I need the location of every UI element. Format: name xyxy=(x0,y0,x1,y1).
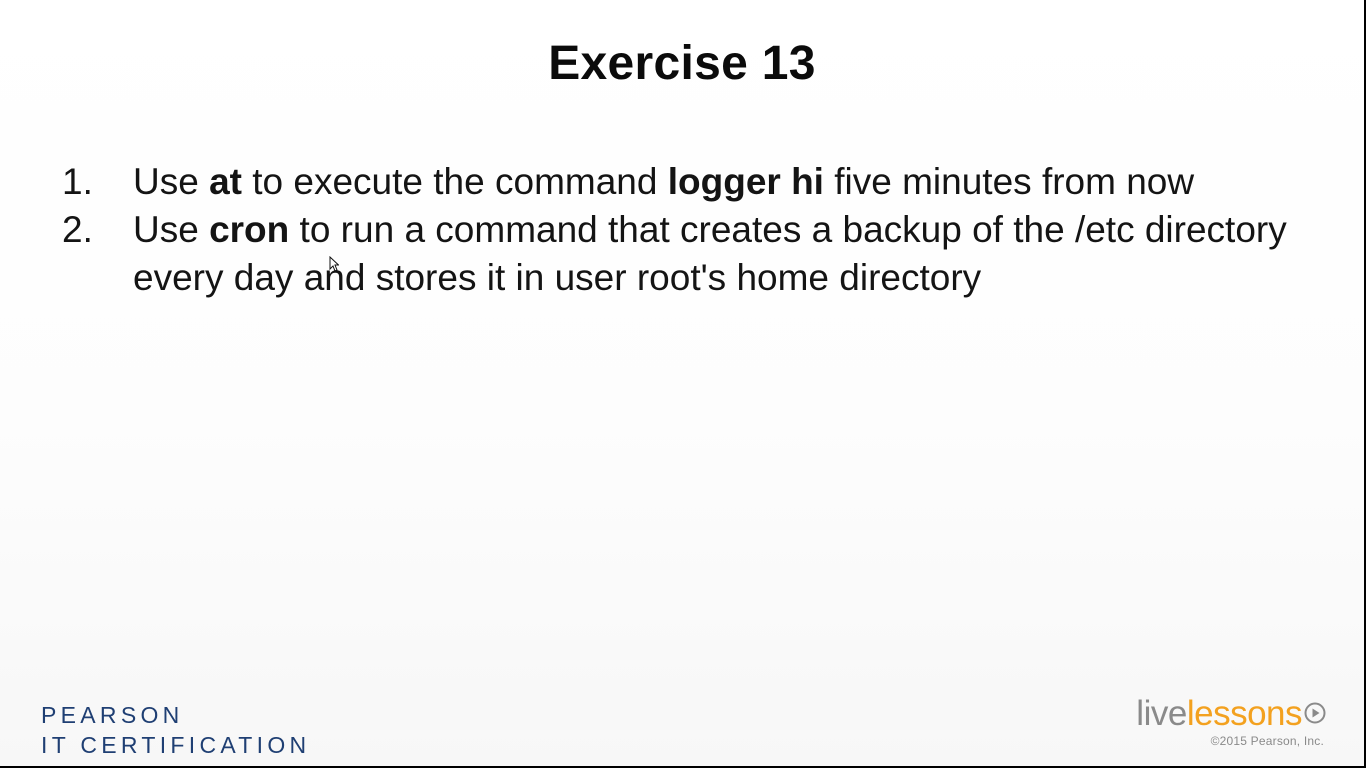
text-segment: five minutes from now xyxy=(823,161,1195,202)
play-circle-icon xyxy=(1304,702,1326,724)
text-segment: Use xyxy=(133,161,210,202)
exercise-list: 1. Use at to execute the command logger … xyxy=(60,158,1290,302)
list-item-text: Use at to execute the command logger hi … xyxy=(133,158,1290,206)
video-frame: Exercise 13 1. Use at to execute the com… xyxy=(0,0,1366,768)
pearson-it-certification-logo: PEARSON IT CERTIFICATION xyxy=(41,700,310,760)
livelessons-logo: livelessons ©2015 Pearson, Inc. xyxy=(1136,694,1326,748)
mouse-pointer-icon xyxy=(329,256,339,272)
list-item-number: 2. xyxy=(62,209,93,250)
list-item: 1. Use at to execute the command logger … xyxy=(60,158,1290,206)
copyright-text: ©2015 Pearson, Inc. xyxy=(1210,734,1324,748)
text-segment: to execute the command xyxy=(241,161,668,202)
slide: Exercise 13 1. Use at to execute the com… xyxy=(0,0,1364,766)
text-segment: Use xyxy=(133,209,210,250)
list-item-text: Use cron to run a command that creates a… xyxy=(133,206,1290,302)
command-keyword: at xyxy=(209,161,242,202)
pearson-logo-line1: PEARSON xyxy=(41,702,184,728)
list-item-number: 1. xyxy=(62,161,93,202)
command-keyword: cron xyxy=(209,209,290,250)
list-item: 2. Use cron to run a command that create… xyxy=(60,206,1290,302)
pearson-logo-line2: IT CERTIFICATION xyxy=(41,732,311,758)
livelessons-live-text: live xyxy=(1136,694,1187,733)
slide-title: Exercise 13 xyxy=(548,37,816,90)
livelessons-wordmark: livelessons xyxy=(1136,694,1326,734)
livelessons-lessons-text: lessons xyxy=(1186,694,1303,733)
command-keyword: logger hi xyxy=(667,161,824,202)
text-segment: to run a command that creates a backup o… xyxy=(133,209,1287,298)
